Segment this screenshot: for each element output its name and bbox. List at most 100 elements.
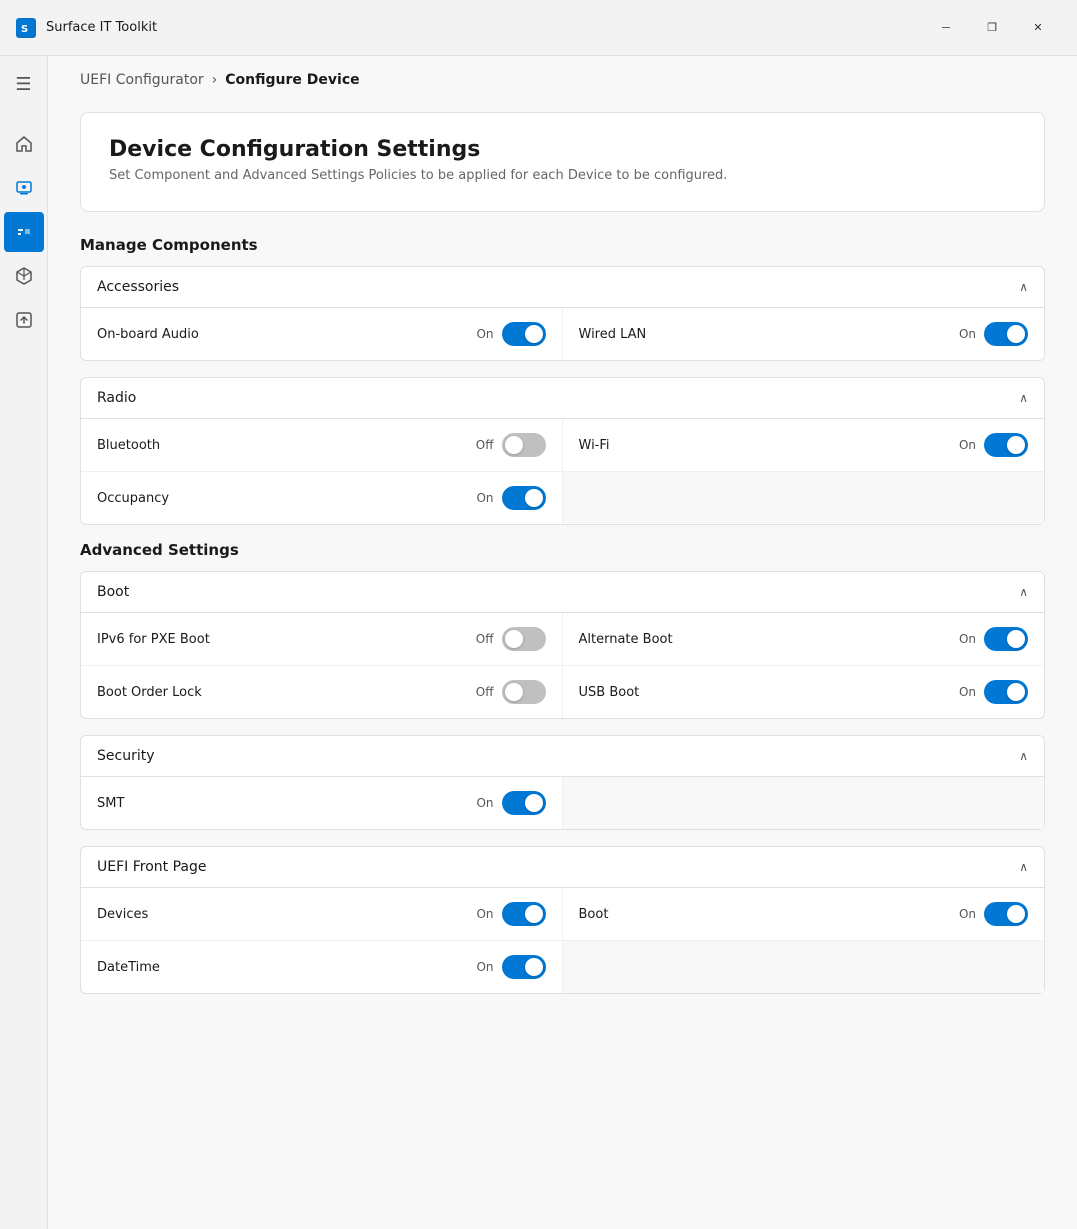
security-chevron: ∧	[1019, 749, 1028, 763]
security-row-1: SMT On	[81, 777, 1044, 829]
devices-toggle[interactable]	[502, 902, 546, 926]
occupancy-item: Occupancy On	[81, 472, 563, 524]
occupancy-state: On	[476, 491, 493, 505]
radio-row-2: Occupancy On	[81, 472, 1044, 524]
boot-uefi-control: On	[959, 902, 1028, 926]
accessories-row-1: On-board Audio On Wired LAN	[81, 308, 1044, 360]
restore-button[interactable]: ❐	[969, 12, 1015, 44]
accessories-title: Accessories	[97, 279, 179, 295]
on-board-audio-state: On	[476, 327, 493, 341]
accessories-group: Accessories ∧ On-board Audio On	[80, 266, 1045, 361]
accessories-header[interactable]: Accessories ∧	[81, 267, 1044, 308]
home-icon	[14, 134, 34, 154]
boot-uefi-toggle[interactable]	[984, 902, 1028, 926]
usb-boot-toggle[interactable]	[984, 680, 1028, 704]
sidebar-item-menu[interactable]: ☰	[4, 64, 44, 104]
sidebar-item-device[interactable]	[4, 168, 44, 208]
app-layout: ☰	[0, 56, 1077, 1229]
alternate-boot-toggle[interactable]	[984, 627, 1028, 651]
title-bar-left: S Surface IT Toolkit	[16, 18, 157, 38]
security-title: Security	[97, 748, 155, 764]
sidebar-item-uefi[interactable]	[4, 212, 44, 252]
boot-uefi-item: Boot On	[563, 888, 1045, 940]
app-icon: S	[16, 18, 36, 38]
device-icon	[14, 178, 34, 198]
uefi-front-page-row-1: Devices On Boot	[81, 888, 1044, 941]
wired-lan-item: Wired LAN On	[563, 308, 1045, 360]
boot-group: Boot ∧ IPv6 for PXE Boot Off	[80, 571, 1045, 719]
bluetooth-item: Bluetooth Off	[81, 419, 563, 471]
ipv6-pxe-label: IPv6 for PXE Boot	[97, 632, 210, 647]
occupancy-control: On	[476, 486, 545, 510]
page-header-card: Device Configuration Settings Set Compon…	[80, 112, 1045, 212]
smt-toggle[interactable]	[502, 791, 546, 815]
radio-body: Bluetooth Off Wi-Fi	[81, 419, 1044, 524]
boot-title: Boot	[97, 584, 129, 600]
occupancy-toggle[interactable]	[502, 486, 546, 510]
uefi-front-page-body: Devices On Boot	[81, 888, 1044, 993]
smt-placeholder	[563, 777, 1045, 829]
on-board-audio-item: On-board Audio On	[81, 308, 563, 360]
uefi-front-page-header[interactable]: UEFI Front Page ∧	[81, 847, 1044, 888]
smt-state: On	[476, 796, 493, 810]
devices-item: Devices On	[81, 888, 563, 940]
ipv6-pxe-state: Off	[476, 632, 494, 646]
datetime-label: DateTime	[97, 960, 160, 975]
wifi-toggle[interactable]	[984, 433, 1028, 457]
boot-header[interactable]: Boot ∧	[81, 572, 1044, 613]
sidebar-item-home[interactable]	[4, 124, 44, 164]
smt-label: SMT	[97, 796, 124, 811]
svg-text:S: S	[21, 24, 28, 35]
bluetooth-control: Off	[476, 433, 546, 457]
accessories-body: On-board Audio On Wired LAN	[81, 308, 1044, 360]
datetime-toggle[interactable]	[502, 955, 546, 979]
radio-row-1: Bluetooth Off Wi-Fi	[81, 419, 1044, 472]
page-title: Device Configuration Settings	[109, 137, 1016, 162]
accessories-chevron: ∧	[1019, 280, 1028, 294]
bluetooth-toggle[interactable]	[502, 433, 546, 457]
breadcrumb-parent[interactable]: UEFI Configurator	[80, 72, 204, 88]
usb-boot-control: On	[959, 680, 1028, 704]
manage-components-label: Manage Components	[80, 236, 1045, 254]
usb-boot-state: On	[959, 685, 976, 699]
bluetooth-state: Off	[476, 438, 494, 452]
advanced-settings-section: Advanced Settings Boot ∧ IPv6 for PXE Bo…	[80, 541, 1045, 994]
page-subtitle: Set Component and Advanced Settings Poli…	[109, 168, 1016, 183]
wired-lan-state: On	[959, 327, 976, 341]
close-button[interactable]: ✕	[1015, 12, 1061, 44]
boot-row-2: Boot Order Lock Off USB Boot	[81, 666, 1044, 718]
ipv6-pxe-toggle[interactable]	[502, 627, 546, 651]
uefi-front-page-row-2: DateTime On	[81, 941, 1044, 993]
breadcrumb: UEFI Configurator › Configure Device	[48, 56, 1077, 96]
boot-order-lock-control: Off	[476, 680, 546, 704]
main-content: UEFI Configurator › Configure Device Dev…	[48, 56, 1077, 1229]
datetime-placeholder	[563, 941, 1045, 993]
security-header[interactable]: Security ∧	[81, 736, 1044, 777]
boot-row-1: IPv6 for PXE Boot Off Alternate Boot	[81, 613, 1044, 666]
wired-lan-control: On	[959, 322, 1028, 346]
smt-item: SMT On	[81, 777, 563, 829]
datetime-state: On	[476, 960, 493, 974]
on-board-audio-toggle[interactable]	[502, 322, 546, 346]
manage-components-section: Manage Components Accessories ∧ On-board…	[80, 236, 1045, 525]
minimize-button[interactable]: ─	[923, 12, 969, 44]
radio-title: Radio	[97, 390, 136, 406]
alternate-boot-state: On	[959, 632, 976, 646]
radio-header[interactable]: Radio ∧	[81, 378, 1044, 419]
smt-control: On	[476, 791, 545, 815]
radio-chevron: ∧	[1019, 391, 1028, 405]
devices-label: Devices	[97, 907, 148, 922]
devices-state: On	[476, 907, 493, 921]
wired-lan-toggle[interactable]	[984, 322, 1028, 346]
app-title: Surface IT Toolkit	[46, 20, 157, 35]
title-bar: S Surface IT Toolkit ─ ❐ ✕	[0, 0, 1077, 56]
ipv6-pxe-control: Off	[476, 627, 546, 651]
boot-order-lock-toggle[interactable]	[502, 680, 546, 704]
sidebar-item-package[interactable]	[4, 256, 44, 296]
sidebar-item-update[interactable]	[4, 300, 44, 340]
wifi-state: On	[959, 438, 976, 452]
on-board-audio-label: On-board Audio	[97, 327, 199, 342]
radio-group: Radio ∧ Bluetooth Off	[80, 377, 1045, 525]
package-icon	[14, 266, 34, 286]
ipv6-pxe-item: IPv6 for PXE Boot Off	[81, 613, 563, 665]
